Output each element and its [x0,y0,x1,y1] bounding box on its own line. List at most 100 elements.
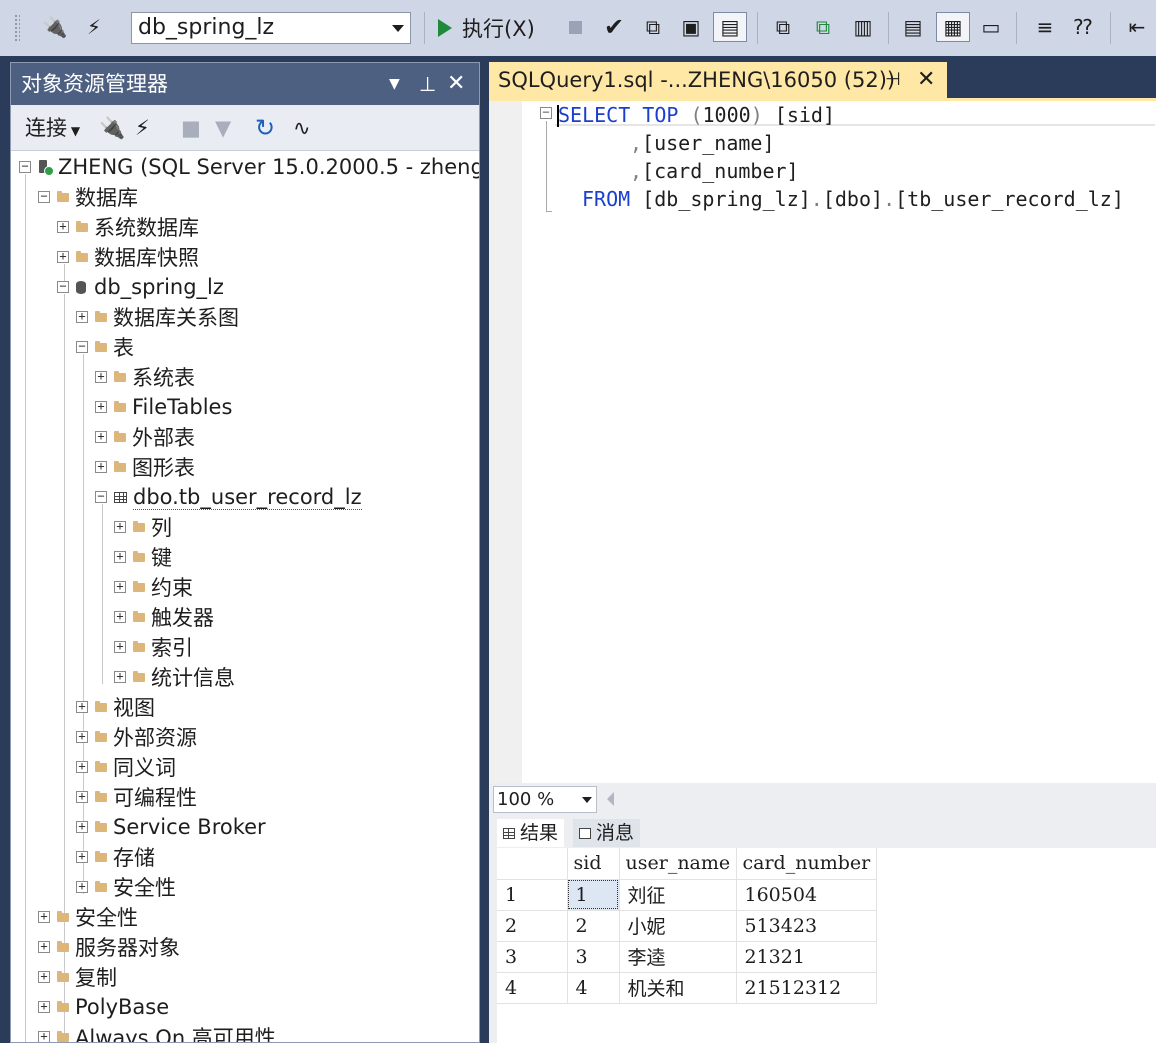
tree-node-always-on[interactable]: + Always On 高可用性 [38,1022,276,1042]
expand-toggle-icon[interactable]: + [76,700,88,713]
tree-node-server-objects[interactable]: + 服务器对象 [38,932,180,962]
tree-node-storage[interactable]: + 存储 [76,842,155,872]
results-to-grid-icon[interactable]: ▦ [936,12,970,42]
stop-icon[interactable]: ■ [181,113,201,143]
scroll-left-icon[interactable] [607,792,614,806]
expand-toggle-icon[interactable]: + [38,970,50,983]
column-header[interactable]: user_name [619,848,737,880]
uncomment-lines-icon[interactable]: ⁇ [1068,12,1098,42]
tree-node-replication[interactable]: + 复制 [38,962,117,992]
tree-node-filetables[interactable]: + FileTables [95,392,232,422]
collapse-toggle-icon[interactable]: − [19,160,31,173]
tab-messages[interactable]: 消息 [573,819,641,847]
tree-node-triggers[interactable]: + 触发器 [114,602,214,632]
expand-toggle-icon[interactable]: + [114,550,126,563]
database-select[interactable]: db_spring_lz [131,12,411,44]
row-number[interactable]: 3 [497,941,568,973]
zoom-select[interactable]: 100 % [493,786,597,813]
tree-node-tables[interactable]: − 表 [76,332,134,362]
tree-node-server[interactable]: − ZHENG (SQL Server 15.0.2000.5 - zheng\1… [19,152,479,182]
activity-monitor-icon[interactable]: ∿ [293,113,311,143]
column-header[interactable]: card_number [736,848,877,880]
row-number[interactable]: 1 [497,879,568,911]
live-stats-icon[interactable]: ⧉ [808,12,838,42]
table-cell[interactable]: 刘征 [619,879,737,911]
column-header[interactable]: sid [567,848,620,880]
collapse-toggle-icon[interactable]: − [95,490,107,503]
expand-toggle-icon[interactable]: + [57,220,69,233]
row-number-header[interactable] [497,848,568,880]
tree-node-database-diagrams[interactable]: + 数据库关系图 [76,302,239,332]
execute-button[interactable]: 执行(X) [438,12,535,44]
parse-check-icon[interactable]: ✔ [600,12,628,42]
change-connection-icon[interactable]: ⚡ [80,12,108,42]
expand-toggle-icon[interactable]: + [114,580,126,593]
table-cell[interactable]: 3 [567,941,620,973]
pin-icon[interactable]: ⊥ [419,63,436,105]
table-cell[interactable]: 李逵 [619,941,737,973]
comment-lines-icon[interactable]: ≡ [1030,12,1060,42]
tree-node-external-resources[interactable]: + 外部资源 [76,722,197,752]
expand-toggle-icon[interactable]: + [38,910,50,923]
tree-node-database-snapshots[interactable]: + 数据库快照 [57,242,199,272]
tree-node-service-broker[interactable]: + Service Broker [76,812,266,842]
expand-toggle-icon[interactable]: + [76,850,88,863]
table-cell[interactable]: 513423 [736,910,877,942]
table-cell[interactable]: 21321 [736,941,877,973]
collapse-toggle-icon[interactable]: − [76,340,88,353]
expand-toggle-icon[interactable]: + [114,520,126,533]
expand-toggle-icon[interactable]: + [76,760,88,773]
tree-node-security[interactable]: + 安全性 [38,902,138,932]
table-cell[interactable]: 21512312 [736,972,877,1004]
expand-toggle-icon[interactable]: + [38,1030,50,1042]
expand-toggle-icon[interactable]: + [76,880,88,893]
expand-toggle-icon[interactable]: + [114,670,126,683]
tab-sqlquery1[interactable]: SQLQuery1.sql -...ZHENG\16050 (52)) ⊣ ✕ [489,62,947,98]
tree-node-system-databases[interactable]: + 系统数据库 [57,212,199,242]
table-cell[interactable]: 机关和 [619,972,737,1004]
tree-node-statistics[interactable]: + 统计信息 [114,662,235,692]
disconnect-icon[interactable]: ⚡ [135,113,150,143]
collapse-toggle-icon[interactable]: − [57,280,69,293]
tree-node-polybase[interactable]: + PolyBase [38,992,169,1022]
tab-results[interactable]: 结果 [497,819,565,847]
expand-toggle-icon[interactable]: + [76,730,88,743]
tree-node-databases[interactable]: − 数据库 [38,182,138,212]
connect-plug-icon[interactable]: 🔌 [99,113,125,143]
expand-toggle-icon[interactable]: + [76,790,88,803]
tree-node-keys[interactable]: + 键 [114,542,172,572]
table-cell[interactable]: 2 [567,910,620,942]
tree-node-programmability[interactable]: + 可编程性 [76,782,197,812]
table-cell[interactable]: 160504 [736,879,877,911]
tree-node-constraints[interactable]: + 约束 [114,572,193,602]
expand-toggle-icon[interactable]: + [38,1000,50,1013]
filter-icon[interactable]: ▼ [215,113,231,143]
row-number[interactable]: 2 [497,910,568,942]
results-grid[interactable]: sid user_name card_number 1 1 刘征 160504 … [497,848,1156,1043]
expand-toggle-icon[interactable]: + [95,400,107,413]
client-stats-icon[interactable]: ▥ [848,12,878,42]
tree-node-indexes[interactable]: + 索引 [114,632,193,662]
decrease-indent-icon[interactable]: ⇤ [1122,12,1152,42]
expand-toggle-icon[interactable]: + [76,310,88,323]
table-cell[interactable]: 1 [567,879,620,911]
connect-plug-icon[interactable]: 🔌 [42,12,68,42]
stop-icon[interactable] [566,12,584,42]
tree-node-columns[interactable]: + 列 [114,512,172,542]
estimated-plan-icon[interactable]: ⧉ [638,12,668,42]
row-number[interactable]: 4 [497,972,568,1004]
refresh-icon[interactable]: ↻ [255,113,275,143]
pin-icon[interactable]: ⊣ [885,62,901,98]
tree-node-db-spring-lz[interactable]: − db_spring_lz [57,272,224,302]
table-cell[interactable]: 4 [567,972,620,1004]
query-options-icon[interactable]: ▣ [676,12,706,42]
expand-toggle-icon[interactable]: + [57,250,69,263]
tree-node-synonyms[interactable]: + 同义词 [76,752,176,782]
toolbar-grip[interactable] [14,14,20,42]
tree-node-external-tables[interactable]: + 外部表 [95,422,195,452]
tree-node-db-security[interactable]: + 安全性 [76,872,176,902]
table-cell[interactable]: 小妮 [619,910,737,942]
close-icon[interactable]: ✕ [447,63,465,105]
expand-toggle-icon[interactable]: + [95,430,107,443]
tree-node-table-user-record[interactable]: − dbo.tb_user_record_lz [95,482,362,512]
